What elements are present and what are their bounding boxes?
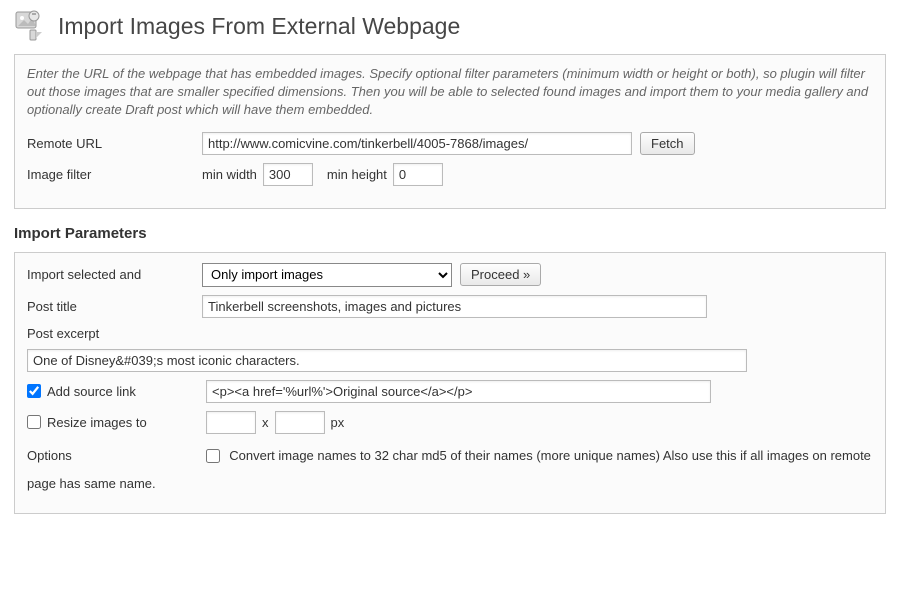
md5-names-checkbox[interactable]	[206, 449, 220, 463]
resize-separator: x	[262, 415, 269, 430]
min-height-input[interactable]	[393, 163, 443, 186]
post-excerpt-input[interactable]	[27, 349, 747, 372]
resize-height-input[interactable]	[275, 411, 325, 434]
import-panel: Import selected and Only import images P…	[14, 252, 886, 514]
options-label: Options	[27, 442, 202, 471]
image-filter-label: Image filter	[27, 167, 202, 182]
min-height-label: min height	[327, 167, 387, 182]
post-excerpt-label: Post excerpt	[27, 326, 202, 341]
resize-px-label: px	[331, 415, 345, 430]
remote-url-label: Remote URL	[27, 136, 202, 151]
add-source-link-label: Add source link	[47, 384, 206, 399]
help-text: Enter the URL of the webpage that has em…	[27, 65, 873, 120]
resize-width-input[interactable]	[206, 411, 256, 434]
source-link-input[interactable]	[206, 380, 711, 403]
import-parameters-heading: Import Parameters	[14, 225, 886, 242]
resize-images-checkbox[interactable]	[27, 415, 41, 429]
import-mode-select[interactable]: Only import images	[202, 263, 452, 287]
md5-names-label: Convert image names to 32 char md5 of th…	[229, 448, 660, 463]
remote-url-input[interactable]	[202, 132, 632, 155]
media-icon	[14, 8, 50, 44]
post-title-label: Post title	[27, 299, 202, 314]
proceed-button[interactable]: Proceed »	[460, 263, 541, 286]
import-mode-label: Import selected and	[27, 267, 202, 282]
min-width-input[interactable]	[263, 163, 313, 186]
min-width-label: min width	[202, 167, 257, 182]
resize-images-label: Resize images to	[47, 415, 206, 430]
fetch-button[interactable]: Fetch	[640, 132, 695, 155]
page-title: Import Images From External Webpage	[58, 13, 460, 40]
fetch-panel: Enter the URL of the webpage that has em…	[14, 54, 886, 209]
post-title-input[interactable]	[202, 295, 707, 318]
add-source-link-checkbox[interactable]	[27, 384, 41, 398]
